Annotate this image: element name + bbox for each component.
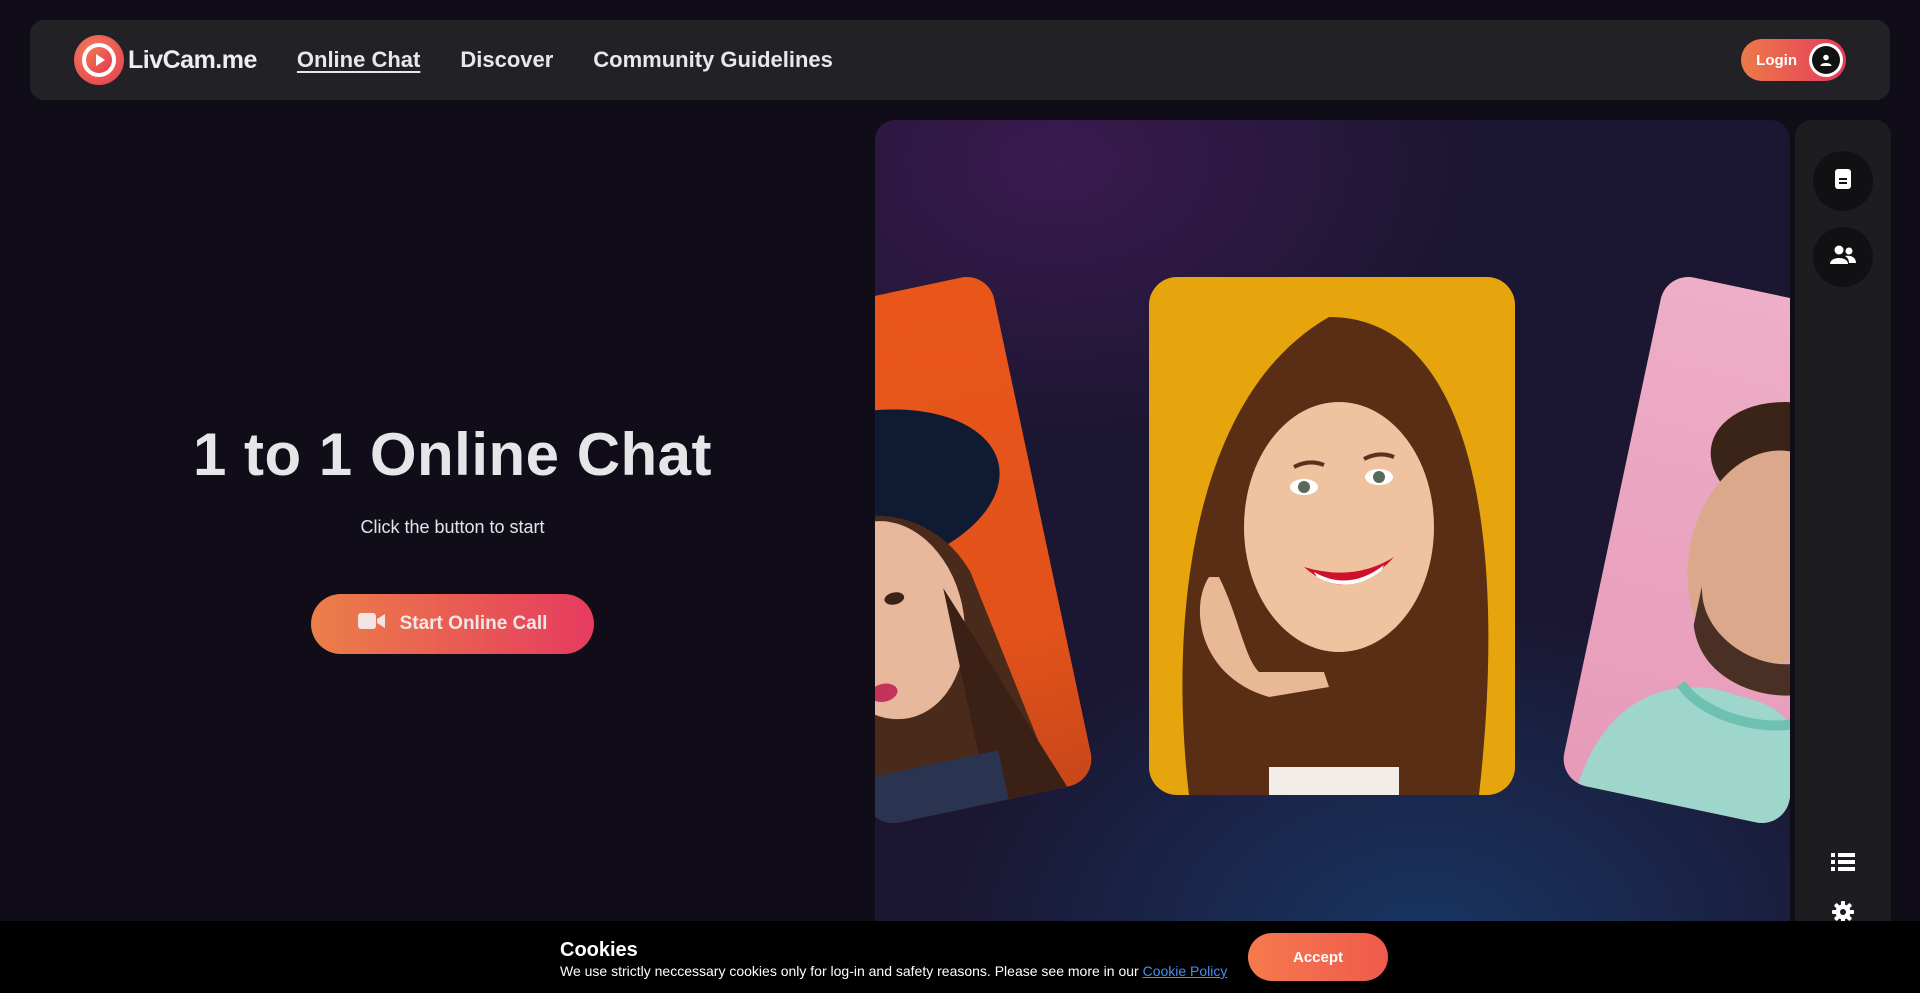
cookie-banner: Cookies We use strictly neccessary cooki… <box>0 921 1920 993</box>
cookie-description-text: We use strictly neccessary cookies only … <box>560 963 1143 979</box>
person-illustration-center <box>1182 317 1489 795</box>
logo[interactable]: LivCam.me <box>74 35 257 85</box>
start-online-call-button[interactable]: Start Online Call <box>310 594 595 654</box>
rail-document-button[interactable] <box>1813 151 1873 211</box>
login-button[interactable]: Login <box>1741 39 1846 81</box>
cookie-description: We use strictly neccessary cookies only … <box>560 963 1227 979</box>
start-online-call-label: Start Online Call <box>399 613 548 634</box>
accept-cookies-button[interactable]: Accept <box>1248 933 1388 981</box>
document-icon <box>1834 168 1852 195</box>
rail-users-button[interactable] <box>1813 227 1873 287</box>
logo-text: LivCam.me <box>128 45 257 74</box>
list-icon[interactable] <box>1828 847 1858 877</box>
hero-title: 1 to 1 Online Chat <box>192 421 713 488</box>
cookie-text-block: Cookies We use strictly neccessary cooki… <box>560 939 1227 979</box>
login-label: Login <box>1756 51 1797 69</box>
nav-online-chat[interactable]: Online Chat <box>297 47 420 73</box>
nav-community-guidelines[interactable]: Community Guidelines <box>593 47 833 73</box>
side-rail <box>1795 120 1891 993</box>
person-illustration-right <box>1578 402 1790 829</box>
profile-card-center <box>1149 277 1515 795</box>
profile-card-right <box>1558 271 1790 829</box>
hero-subtitle: Click the button to start <box>360 517 545 537</box>
main-nav: Online Chat Discover Community Guideline… <box>297 47 833 73</box>
profile-card-left <box>875 271 1097 829</box>
logo-play-icon <box>74 35 124 85</box>
cookie-title: Cookies <box>560 939 638 961</box>
cookie-policy-link[interactable]: Cookie Policy <box>1143 963 1228 979</box>
hero-section: 1 to 1 Online Chat Click the button to s… <box>0 420 905 654</box>
showcase-panel <box>875 120 1790 993</box>
top-navbar: LivCam.me Online Chat Discover Community… <box>30 20 1890 100</box>
person-illustration-left <box>875 409 1068 829</box>
user-icon <box>1809 43 1843 77</box>
nav-discover[interactable]: Discover <box>460 47 553 73</box>
video-camera-icon <box>357 612 386 636</box>
users-icon <box>1830 245 1856 270</box>
